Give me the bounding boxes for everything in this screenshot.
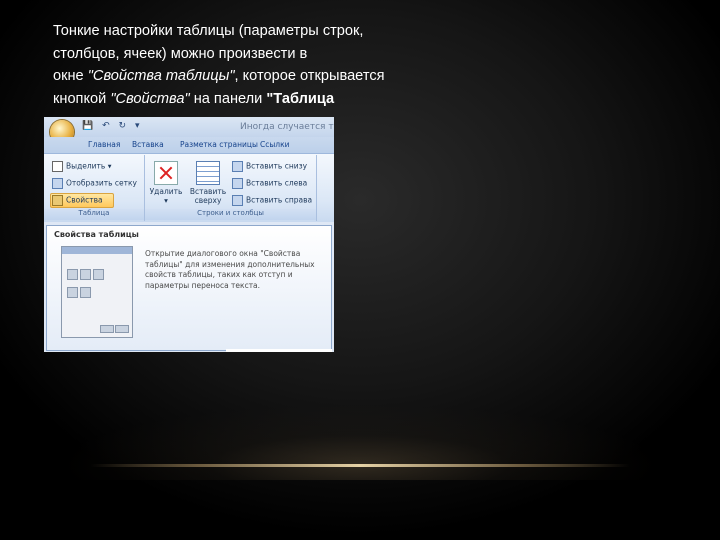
- properties-tooltip: Свойства таблицы Открытие диалогового ок…: [46, 225, 332, 351]
- quick-access-toolbar: 💾 ↶ ↻ ▾: [82, 121, 145, 131]
- tab-references[interactable]: Ссылки: [260, 140, 289, 149]
- insert-right-label: Вставить справа: [246, 195, 313, 205]
- insert-above-icon: [196, 161, 220, 185]
- insert-above-label-2: сверху: [194, 196, 222, 205]
- slide-glow: [30, 360, 690, 480]
- word-screenshot: 💾 ↶ ↻ ▾ Иногда случается тся Главная Вст…: [44, 117, 334, 352]
- text-line-3-pre: окне: [53, 68, 88, 84]
- save-icon[interactable]: 💾: [82, 121, 93, 131]
- tooltip-description: Открытие диалогового окна "Свойства табл…: [145, 249, 315, 290]
- ribbon-tabs: Главная Вставка Разметка страницы Ссылки: [44, 137, 334, 153]
- tab-home[interactable]: Главная: [88, 140, 120, 149]
- slide-body-text: Тонкие настройки таблицы (параметры стро…: [53, 20, 433, 110]
- insert-above-button[interactable]: Вставить сверху: [188, 161, 228, 205]
- delete-table-icon: [154, 161, 178, 185]
- group-separator: [316, 155, 317, 221]
- properties-icon: [52, 195, 63, 206]
- decorative-rule: [90, 464, 630, 467]
- tab-page-layout[interactable]: Разметка страницы: [180, 140, 258, 149]
- tab-insert[interactable]: Вставка: [132, 140, 164, 149]
- show-gridlines-button[interactable]: Отобразить сетку: [52, 178, 137, 189]
- title-bar: 💾 ↶ ↻ ▾ Иногда случается тся: [44, 117, 334, 137]
- group-label-table: Таблица: [44, 209, 144, 220]
- window-title: Иногда случается тся: [240, 122, 334, 132]
- show-gridlines-label: Отобразить сетку: [66, 178, 137, 188]
- delete-dropdown-arrow: ▾: [164, 196, 168, 205]
- insert-right-icon: [232, 195, 243, 206]
- insert-below-label: Вставить снизу: [246, 161, 308, 171]
- insert-left-label: Вставить слева: [246, 178, 308, 188]
- select-button[interactable]: Выделить ▾: [52, 161, 111, 172]
- insert-below-button[interactable]: Вставить снизу: [232, 161, 307, 172]
- group-label-rows-columns: Строки и столбцы: [145, 209, 316, 220]
- insert-right-button[interactable]: Вставить справа: [232, 195, 312, 206]
- document-edge: [226, 349, 332, 352]
- undo-icon[interactable]: ↶: [102, 121, 110, 131]
- dialog-preview-thumbnail: [61, 246, 133, 338]
- delete-button[interactable]: Удалить ▾: [148, 161, 184, 205]
- text-line-3: окне "Свойства таблицы", которое открыва…: [53, 65, 433, 88]
- text-line-3-italic: "Свойства таблицы": [87, 68, 235, 84]
- tooltip-title: Свойства таблицы: [54, 230, 139, 239]
- properties-label: Свойства: [66, 195, 103, 205]
- text-line-4-bold: "Таблица: [266, 90, 335, 107]
- select-icon: [52, 161, 63, 172]
- insert-above-label-1: Вставить: [189, 187, 227, 196]
- text-line-3-post: , которое открывается: [234, 68, 385, 84]
- grid-icon: [52, 178, 63, 189]
- select-label: Выделить ▾: [66, 161, 112, 171]
- text-line-1: Тонкие настройки таблицы (параметры стро…: [53, 23, 364, 39]
- insert-left-icon: [232, 178, 243, 189]
- text-line-4-pre: кнопкой: [53, 90, 111, 107]
- redo-icon[interactable]: ↻: [119, 121, 127, 131]
- text-line-4-post: на панели: [189, 90, 267, 107]
- insert-below-icon: [232, 161, 243, 172]
- properties-button[interactable]: Свойства: [52, 195, 103, 206]
- insert-left-button[interactable]: Вставить слева: [232, 178, 307, 189]
- text-line-4: кнопкой "Свойства" на панели "Таблица: [53, 88, 433, 111]
- customize-icon[interactable]: ▾: [135, 121, 140, 131]
- text-line-2: столбцов, ячеек) можно произвести в: [53, 45, 308, 62]
- delete-label: Удалить: [149, 187, 183, 196]
- text-line-4-italic: "Свойства": [110, 90, 190, 107]
